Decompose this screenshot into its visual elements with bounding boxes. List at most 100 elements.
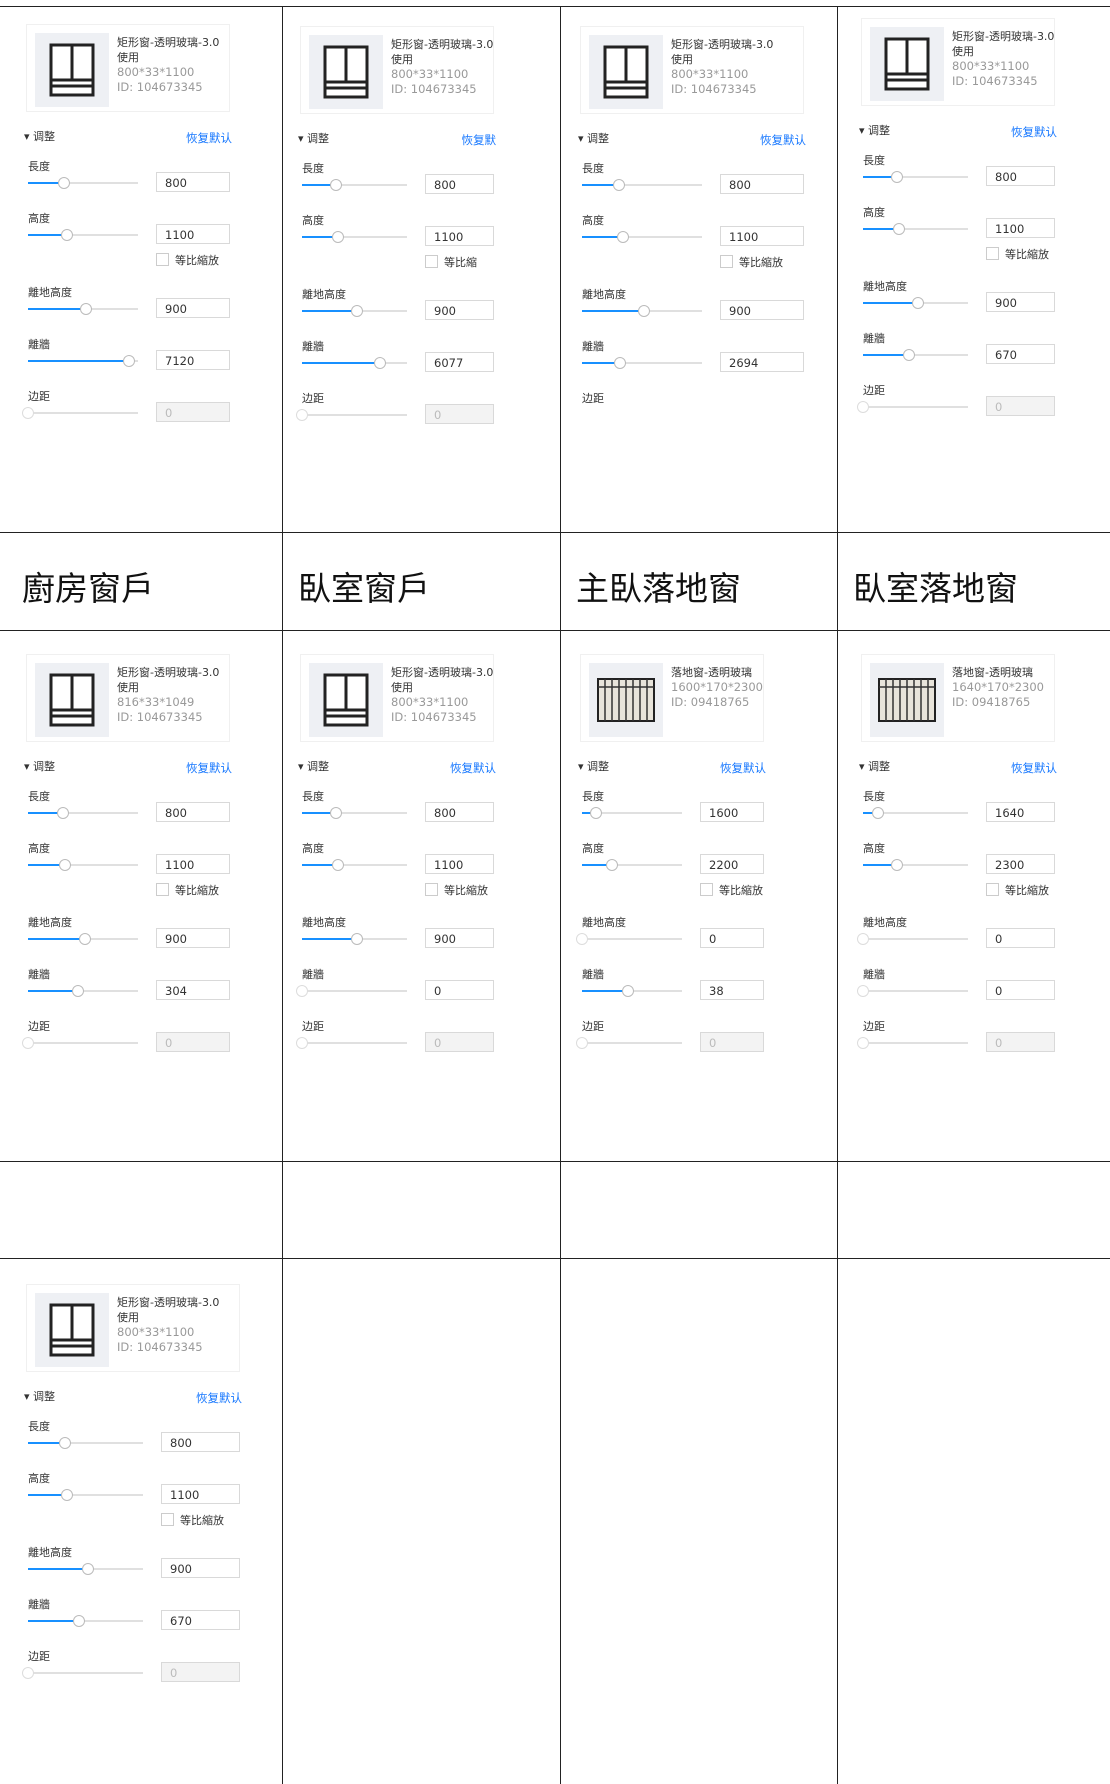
proportional-scale-checkbox[interactable]: 等比縮放 — [700, 882, 763, 898]
slider-track[interactable] — [582, 859, 682, 871]
reset-default-link[interactable]: 恢复默认 — [1011, 760, 1057, 776]
value-input[interactable]: 670 — [161, 1610, 240, 1630]
value-input[interactable]: 0 — [986, 980, 1055, 1000]
value-input[interactable]: 1100 — [156, 854, 230, 874]
margin-input[interactable]: 0 — [986, 1032, 1055, 1052]
product-card[interactable]: 落地窗-透明玻璃 1600*170*2300 ID: 09418765 — [580, 654, 764, 742]
proportional-scale-checkbox[interactable]: 等比縮放 — [156, 252, 219, 268]
product-card[interactable]: 矩形窗-透明玻璃-3.0使用 800*33*1100 ID: 104673345 — [861, 18, 1055, 106]
value-input[interactable]: 900 — [156, 928, 230, 948]
checkbox-box[interactable] — [986, 247, 999, 260]
value-input[interactable]: 2300 — [986, 854, 1055, 874]
margin-input[interactable]: 0 — [161, 1662, 240, 1682]
slider-handle[interactable] — [59, 859, 71, 871]
value-input[interactable]: 0 — [700, 928, 764, 948]
slider-track[interactable] — [28, 985, 138, 997]
slider-track[interactable] — [302, 859, 407, 871]
reset-default-link[interactable]: 恢复默认 — [720, 760, 766, 776]
product-card[interactable]: 矩形窗-透明玻璃-3.0使用 816*33*1049 ID: 104673345 — [26, 654, 230, 742]
value-input[interactable]: 1100 — [161, 1484, 240, 1504]
slider-track[interactable] — [582, 231, 702, 243]
reset-default-link[interactable]: 恢复默认 — [186, 760, 232, 776]
slider-handle[interactable] — [73, 1615, 85, 1627]
adjust-section-toggle[interactable]: ▾ 调整 — [24, 128, 55, 144]
slider-track[interactable] — [28, 807, 138, 819]
reset-default-link[interactable]: 恢复默认 — [450, 760, 496, 776]
slider-track[interactable] — [863, 807, 968, 819]
slider-track[interactable] — [28, 933, 138, 945]
slider-handle[interactable] — [79, 933, 91, 945]
slider-handle[interactable] — [606, 859, 618, 871]
adjust-section-toggle[interactable]: ▾ 调整 — [298, 130, 329, 146]
slider-track[interactable] — [857, 985, 968, 997]
adjust-section-toggle[interactable]: ▾ 调整 — [298, 758, 329, 774]
reset-default-link[interactable]: 恢复默认 — [1011, 124, 1057, 140]
adjust-section-toggle[interactable]: ▾ 调整 — [859, 758, 890, 774]
slider-handle[interactable] — [857, 933, 869, 945]
value-input[interactable]: 800 — [156, 802, 230, 822]
slider-handle[interactable] — [330, 807, 342, 819]
slider-handle[interactable] — [622, 985, 634, 997]
slider-track[interactable] — [28, 177, 138, 189]
value-input[interactable]: 1640 — [986, 802, 1055, 822]
slider-handle[interactable] — [903, 349, 915, 361]
margin-input[interactable]: 0 — [156, 402, 230, 422]
slider-handle[interactable] — [330, 179, 342, 191]
slider-track[interactable] — [576, 1037, 682, 1049]
value-input[interactable]: 800 — [720, 174, 804, 194]
margin-input[interactable]: 0 — [700, 1032, 764, 1052]
value-input[interactable]: 1100 — [986, 218, 1055, 238]
slider-track[interactable] — [28, 303, 138, 315]
slider-handle[interactable] — [576, 1037, 588, 1049]
adjust-section-toggle[interactable]: ▾ 调整 — [578, 758, 609, 774]
value-input[interactable]: 900 — [720, 300, 804, 320]
slider-handle[interactable] — [857, 1037, 869, 1049]
value-input[interactable]: 1100 — [425, 226, 494, 246]
proportional-scale-checkbox[interactable]: 等比縮放 — [425, 882, 488, 898]
product-card[interactable]: 落地窗-透明玻璃 1640*170*2300 ID: 09418765 — [861, 654, 1055, 742]
slider-track[interactable] — [28, 229, 138, 241]
slider-handle[interactable] — [374, 357, 386, 369]
slider-handle[interactable] — [332, 859, 344, 871]
proportional-scale-checkbox[interactable]: 等比縮放 — [161, 1512, 224, 1528]
slider-track[interactable] — [296, 409, 407, 421]
value-input[interactable]: 0 — [986, 928, 1055, 948]
slider-track[interactable] — [28, 1489, 143, 1501]
slider-track[interactable] — [302, 933, 407, 945]
checkbox-box[interactable] — [161, 1513, 174, 1526]
slider-handle[interactable] — [61, 229, 73, 241]
slider-track[interactable] — [863, 297, 968, 309]
proportional-scale-checkbox[interactable]: 等比縮放 — [986, 882, 1049, 898]
slider-handle[interactable] — [891, 859, 903, 871]
checkbox-box[interactable] — [986, 883, 999, 896]
slider-handle[interactable] — [22, 1667, 34, 1679]
slider-handle[interactable] — [613, 179, 625, 191]
slider-track[interactable] — [28, 859, 138, 871]
slider-handle[interactable] — [72, 985, 84, 997]
value-input[interactable]: 6077 — [425, 352, 494, 372]
value-input[interactable]: 900 — [986, 292, 1055, 312]
slider-track[interactable] — [22, 1667, 143, 1679]
slider-handle[interactable] — [351, 933, 363, 945]
slider-track[interactable] — [28, 1437, 143, 1449]
checkbox-box[interactable] — [156, 883, 169, 896]
value-input[interactable]: 900 — [425, 928, 494, 948]
value-input[interactable]: 1100 — [720, 226, 804, 246]
slider-handle[interactable] — [893, 223, 905, 235]
adjust-section-toggle[interactable]: ▾ 调整 — [24, 758, 55, 774]
slider-track[interactable] — [302, 807, 407, 819]
slider-track[interactable] — [22, 1037, 138, 1049]
value-input[interactable]: 800 — [156, 172, 230, 192]
proportional-scale-checkbox[interactable]: 等比縮放 — [720, 254, 783, 270]
value-input[interactable]: 800 — [986, 166, 1055, 186]
product-card[interactable]: 矩形窗-透明玻璃-3.0使用 800*33*1100 ID: 104673345 — [300, 26, 494, 114]
proportional-scale-checkbox[interactable]: 等比縮 — [425, 254, 477, 270]
product-card[interactable]: 矩形窗-透明玻璃-3.0使用 800*33*1100 ID: 104673345 — [26, 24, 230, 112]
value-input[interactable]: 900 — [425, 300, 494, 320]
value-input[interactable]: 1100 — [156, 224, 230, 244]
margin-input[interactable]: 0 — [156, 1032, 230, 1052]
slider-track[interactable] — [582, 807, 682, 819]
slider-handle[interactable] — [296, 409, 308, 421]
slider-track[interactable] — [582, 305, 702, 317]
slider-handle[interactable] — [872, 807, 884, 819]
